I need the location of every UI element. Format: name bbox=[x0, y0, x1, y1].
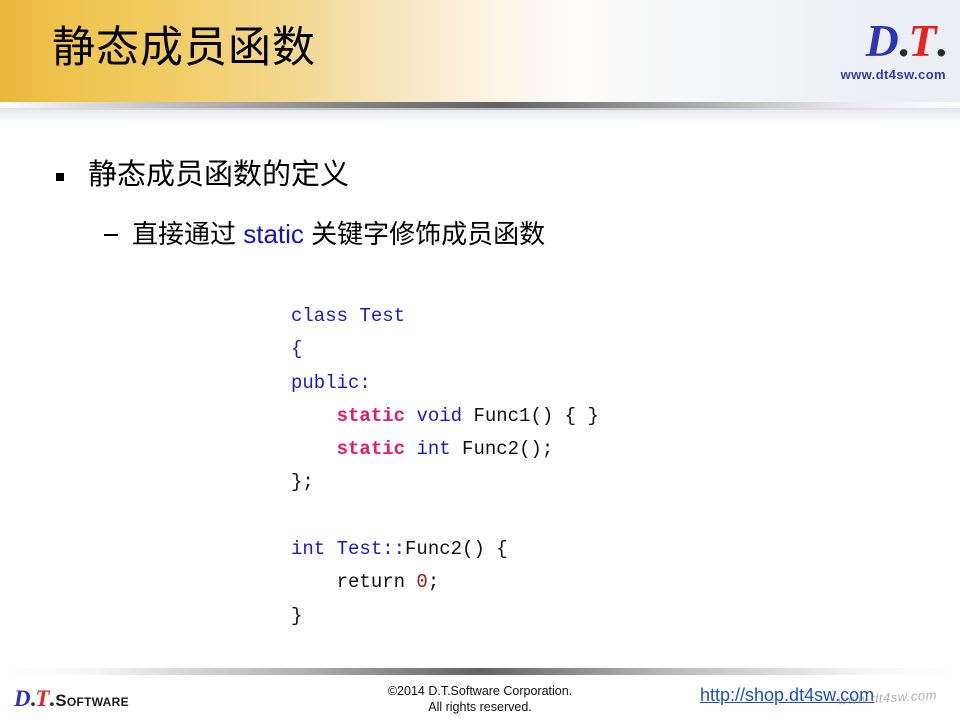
code-line: static int Func2(); bbox=[291, 433, 599, 466]
brand-logo-mark: D.T. bbox=[841, 15, 947, 66]
bullet-item-level1: 静态成员函数的定义 bbox=[56, 158, 349, 192]
code-token: static bbox=[336, 438, 406, 461]
code-token: return bbox=[291, 571, 417, 594]
header-brand-logo: D.T. www.dt4sw.com bbox=[840, 15, 947, 82]
shop-link[interactable]: http://shop.dt4sw.com bbox=[700, 685, 874, 706]
page-title: 静态成员函数 bbox=[52, 24, 316, 72]
copyright-line-2: All rights reserved. bbox=[428, 700, 532, 714]
brand-website-url: www.dt4sw.com bbox=[840, 67, 946, 82]
code-token: Func2() { bbox=[405, 538, 508, 561]
footer-logo-software-label: Software bbox=[55, 691, 129, 710]
bullet-level2-text-before: 直接通过 bbox=[132, 219, 244, 249]
dash-bullet-icon bbox=[104, 234, 118, 236]
footer-brand-logo: D.T.Software bbox=[14, 687, 129, 710]
code-token: { bbox=[291, 338, 303, 361]
bullet-level2-keyword: static bbox=[243, 219, 304, 249]
code-token: int bbox=[416, 438, 451, 461]
code-line: int Test::Func2() { bbox=[291, 533, 599, 566]
code-token: void bbox=[416, 404, 463, 427]
code-line: static void Func1() { } bbox=[291, 400, 599, 433]
footer-divider bbox=[0, 668, 960, 675]
copyright-line-1: ©2014 D.T.Software Corporation. bbox=[387, 684, 573, 698]
code-line: class Test bbox=[291, 300, 599, 333]
logo-dot-2: . bbox=[935, 15, 947, 66]
code-token: Func1() { } bbox=[462, 404, 599, 427]
code-token: Func2(); bbox=[450, 438, 554, 461]
code-token: int Test:: bbox=[291, 538, 406, 561]
code-token: } bbox=[291, 604, 303, 627]
code-line: }; bbox=[291, 466, 599, 499]
code-token: class Test bbox=[291, 305, 406, 327]
copyright-notice: ©2014 D.T.Software Corporation. All righ… bbox=[330, 683, 630, 715]
code-line: { bbox=[291, 333, 599, 366]
code-token: 0 bbox=[416, 571, 428, 594]
code-line bbox=[291, 500, 599, 533]
logo-letter-d: D bbox=[865, 15, 899, 66]
code-line: public: bbox=[291, 367, 599, 400]
bullet-level1-label: 静态成员函数的定义 bbox=[88, 159, 350, 191]
code-line: } bbox=[291, 600, 599, 633]
code-token: ; bbox=[427, 571, 440, 594]
footer-logo-letter-d: D bbox=[14, 686, 31, 711]
bullet-item-level2: 直接通过 static 关键字修饰成员函数 bbox=[104, 218, 545, 250]
logo-letter-t: T bbox=[908, 15, 936, 66]
footer-logo-dot-2: . bbox=[48, 686, 55, 711]
bullet-level2-text-after: 关键字修饰成员函数 bbox=[303, 219, 546, 249]
logo-dot-1: . bbox=[897, 15, 909, 66]
code-line: return 0; bbox=[291, 566, 599, 599]
code-token: static bbox=[336, 404, 406, 427]
code-snippet: class Test { public: static void Func1() {… bbox=[291, 300, 599, 633]
code-token: public: bbox=[291, 371, 371, 394]
slide-content: 静态成员函数的定义 直接通过 static 关键字修饰成员函数 class Te… bbox=[0, 110, 960, 660]
footer-logo-letter-t: T bbox=[35, 686, 49, 711]
slide-header: 静态成员函数 D.T. www.dt4sw.com bbox=[0, 0, 960, 102]
code-token: }; bbox=[291, 471, 314, 494]
square-bullet-icon bbox=[56, 173, 64, 181]
bullet-level2-label: 直接通过 static 关键字修饰成员函数 bbox=[132, 218, 545, 250]
